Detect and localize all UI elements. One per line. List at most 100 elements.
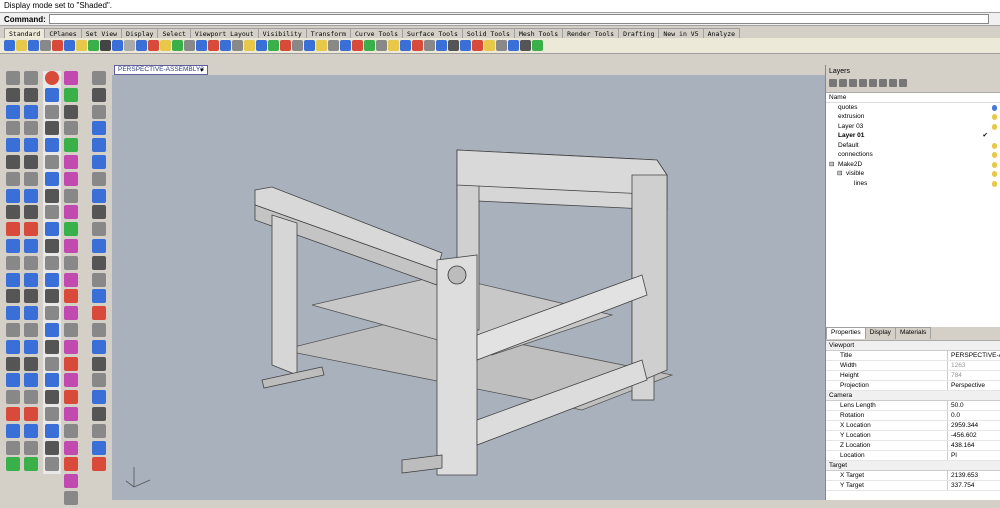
tab-standard[interactable]: Standard <box>4 28 46 38</box>
tool-button-icon[interactable] <box>6 272 20 287</box>
property-value[interactable]: 50.0 <box>948 401 1000 410</box>
tool-button-icon[interactable] <box>64 222 78 237</box>
layer-row[interactable]: ⊟ Make2D <box>826 160 1000 170</box>
tool-button-icon[interactable] <box>45 238 59 253</box>
tool-button-icon[interactable] <box>64 255 78 270</box>
layer-visibility-bulb-icon[interactable] <box>992 104 997 111</box>
property-value[interactable]: 2959.344 <box>948 421 1000 430</box>
tool-button-icon[interactable] <box>45 457 59 472</box>
tool-button-icon[interactable] <box>92 306 106 321</box>
tool-button-icon[interactable] <box>6 373 20 388</box>
tab-visibility[interactable]: Visibility <box>257 28 307 38</box>
pan-icon[interactable] <box>100 40 111 51</box>
tool-button-icon[interactable] <box>45 87 59 102</box>
plugin-icon[interactable] <box>532 40 543 51</box>
tool-button-icon[interactable] <box>6 440 20 455</box>
layer-row[interactable]: extrusion <box>826 112 1000 122</box>
tool-button-icon[interactable] <box>45 121 59 136</box>
print-icon[interactable] <box>40 40 51 51</box>
tool-button-icon[interactable] <box>64 306 78 321</box>
cplane-icon[interactable] <box>196 40 207 51</box>
tool-button-icon[interactable] <box>6 255 20 270</box>
tool-button-icon[interactable] <box>45 138 59 153</box>
tool-button-icon[interactable] <box>6 289 20 304</box>
tool-button-icon[interactable] <box>45 104 59 119</box>
layer-name-header[interactable]: Name <box>826 93 1000 103</box>
rotate-view-icon[interactable] <box>112 40 123 51</box>
property-section-header[interactable]: Viewport <box>826 341 1000 351</box>
tool-button-icon[interactable] <box>64 272 78 287</box>
tool-button-icon[interactable] <box>6 339 20 354</box>
layer-row[interactable]: connections <box>826 150 1000 160</box>
tab-select[interactable]: Select <box>157 28 191 38</box>
paste-icon[interactable] <box>76 40 87 51</box>
tab-mesh-tools[interactable]: Mesh Tools <box>513 28 564 38</box>
options-icon[interactable] <box>508 40 519 51</box>
tool-button-icon[interactable] <box>45 205 59 220</box>
layer-visibility-bulb-icon[interactable] <box>992 114 997 120</box>
tool-button-icon[interactable] <box>64 138 78 153</box>
tab-materials[interactable]: Materials <box>894 327 932 339</box>
tool-button-icon[interactable] <box>24 87 38 102</box>
tool-button-icon[interactable] <box>45 171 59 186</box>
tool-button-icon[interactable] <box>45 423 59 438</box>
move-icon[interactable] <box>304 40 315 51</box>
tab-transform[interactable]: Transform <box>305 28 351 38</box>
copy-object-icon[interactable] <box>316 40 327 51</box>
layer-visibility-bulb-icon[interactable] <box>992 152 997 158</box>
ghost-icon[interactable] <box>472 40 483 51</box>
surface-icon[interactable] <box>256 40 267 51</box>
properties-icon[interactable] <box>412 40 423 51</box>
point-icon[interactable] <box>208 40 219 51</box>
grid-icon[interactable] <box>184 40 195 51</box>
tool-button-icon[interactable] <box>24 423 38 438</box>
property-value[interactable]: 438.164 <box>948 441 1000 450</box>
tool-button-icon[interactable] <box>45 406 59 421</box>
tool-button-icon[interactable] <box>6 121 20 136</box>
layer-visibility-bulb-icon[interactable] <box>992 123 997 130</box>
new-file-icon[interactable] <box>4 40 15 51</box>
open-file-icon[interactable] <box>16 40 27 51</box>
tool-button-icon[interactable] <box>45 390 59 405</box>
layer-visibility-bulb-icon[interactable] <box>992 161 997 168</box>
tab-set-view[interactable]: Set View <box>80 28 123 38</box>
layer-visibility-bulb-icon[interactable] <box>992 142 997 149</box>
tool-button-icon[interactable] <box>64 406 78 421</box>
undo-icon[interactable] <box>88 40 99 51</box>
property-value[interactable]: 337.754 <box>948 481 1000 490</box>
tool-button-icon[interactable] <box>24 390 38 405</box>
tool-button-icon[interactable] <box>45 188 59 203</box>
zoom-selected-icon[interactable] <box>160 40 171 51</box>
tool-button-icon[interactable] <box>24 154 38 169</box>
tool-button-icon[interactable] <box>64 71 78 85</box>
tool-button-icon[interactable] <box>24 306 38 321</box>
tool-button-icon[interactable] <box>6 171 20 186</box>
tool-button-icon[interactable] <box>45 154 59 169</box>
save-icon[interactable] <box>28 40 39 51</box>
help-icon[interactable] <box>899 79 907 87</box>
tool-button-icon[interactable] <box>64 238 78 253</box>
tool-button-icon[interactable] <box>6 322 20 337</box>
property-value[interactable]: -456.602 <box>948 431 1000 440</box>
property-value[interactable]: 2139.653 <box>948 471 1000 480</box>
tool-button-icon[interactable] <box>64 490 78 505</box>
mesh-icon[interactable] <box>280 40 291 51</box>
tool-button-icon[interactable] <box>92 440 106 455</box>
tool-button-icon[interactable] <box>6 205 20 220</box>
tool-button-icon[interactable] <box>24 356 38 371</box>
viewport-menu-icon[interactable]: ▾ <box>200 66 204 74</box>
tool-button-icon[interactable] <box>92 154 106 169</box>
property-section-header[interactable]: Target <box>826 461 1000 471</box>
tool-button-icon[interactable] <box>45 322 59 337</box>
property-value[interactable]: Pl <box>948 451 1000 460</box>
tab-cplanes[interactable]: CPlanes <box>44 28 82 38</box>
layer-icon[interactable] <box>388 40 399 51</box>
tool-button-icon[interactable] <box>64 87 78 102</box>
scale-icon[interactable] <box>340 40 351 51</box>
tool-button-icon[interactable] <box>24 373 38 388</box>
tool-button-icon[interactable] <box>45 306 59 321</box>
layer-row[interactable]: ⊟ visible <box>826 169 1000 179</box>
polyline-icon[interactable] <box>244 40 255 51</box>
property-value[interactable]: 784 <box>948 371 1000 380</box>
new-sublayer-icon[interactable] <box>839 79 847 87</box>
